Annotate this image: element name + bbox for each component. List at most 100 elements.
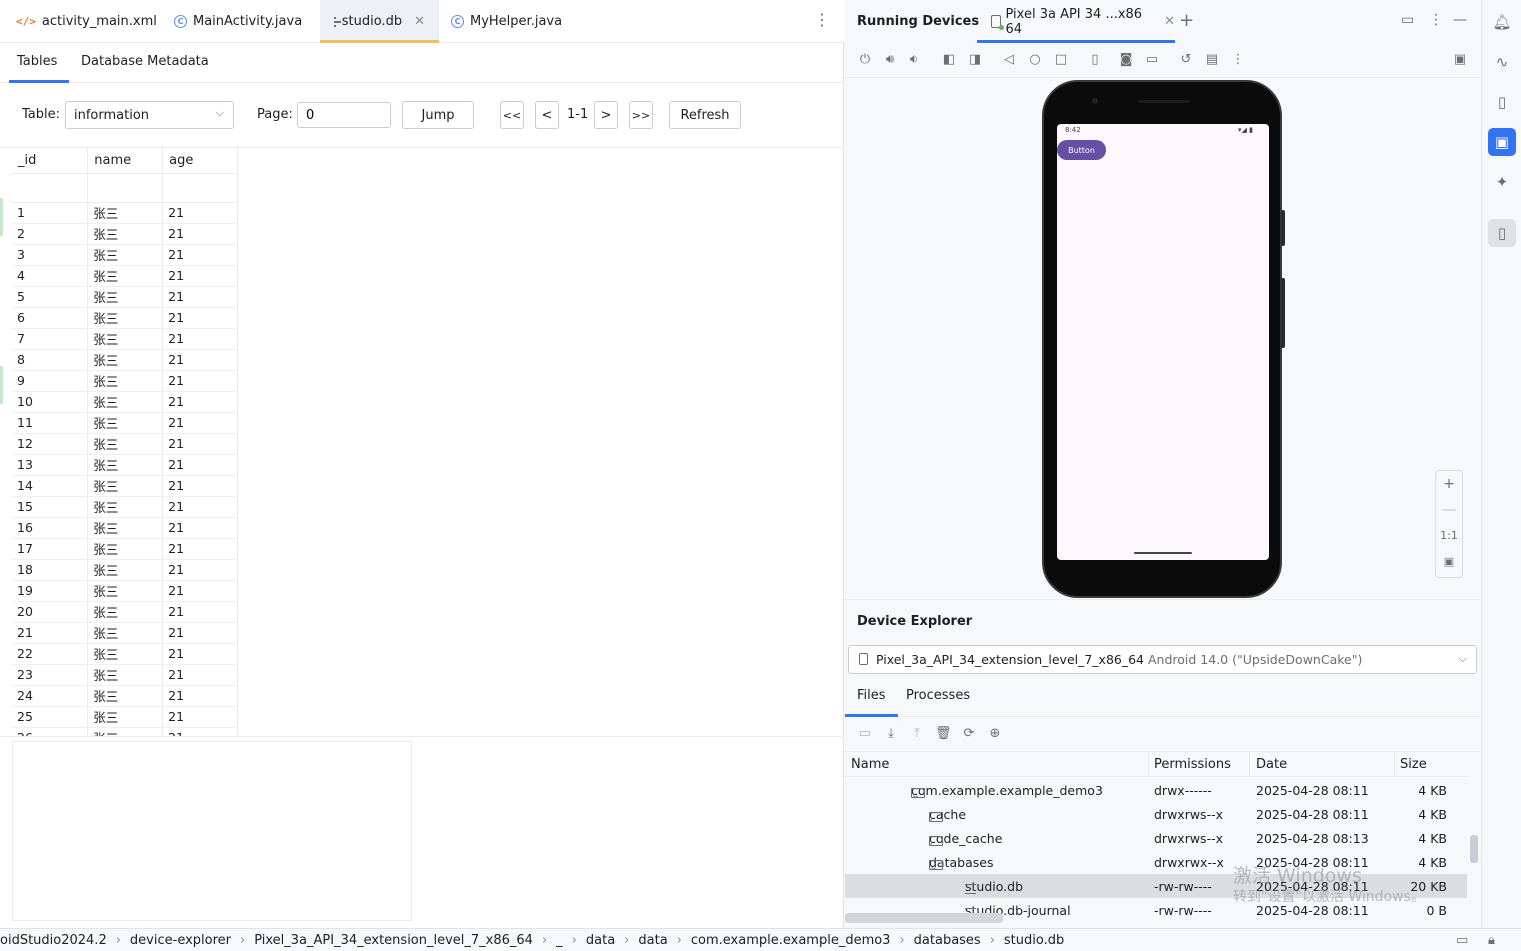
sync-icon[interactable]: ⟳	[961, 726, 977, 742]
cell-age[interactable]: 21	[162, 223, 238, 245]
cell-name[interactable]: 张三	[87, 475, 164, 497]
tab-files[interactable]: Files	[845, 680, 898, 717]
table-row[interactable]: 24 张三 21	[12, 685, 238, 707]
cell-age[interactable]: 21	[162, 496, 238, 518]
filter-cell[interactable]	[87, 173, 164, 203]
table-row[interactable]: 25 张三 21	[12, 706, 238, 728]
cell-name[interactable]: 张三	[87, 517, 164, 539]
cell-name[interactable]: 张三	[87, 307, 164, 329]
cell-id[interactable]: 12	[12, 433, 89, 455]
cell-age[interactable]: 21	[162, 706, 238, 728]
cell-name[interactable]: 张三	[87, 202, 164, 224]
column-header-name[interactable]: name	[87, 148, 164, 174]
filter-cell[interactable]	[12, 173, 89, 203]
more-options-icon[interactable]: ⋮	[1230, 52, 1246, 68]
refresh-button[interactable]: Refresh	[669, 101, 741, 129]
cell-age[interactable]: 21	[162, 664, 238, 686]
breadcrumb-item[interactable]: device-explorer	[130, 933, 231, 948]
column-header-size[interactable]: Size	[1400, 757, 1427, 772]
cell-name[interactable]: 张三	[87, 412, 164, 434]
cell-name[interactable]: 张三	[87, 643, 164, 665]
table-row[interactable]: 14 张三 21	[12, 475, 238, 497]
breadcrumb-item[interactable]: com.example.example_demo3	[691, 933, 891, 948]
zoom-actual-size-button[interactable]: 1:1	[1436, 523, 1462, 549]
cell-age[interactable]: 21	[162, 622, 238, 644]
cell-id[interactable]: 1	[12, 202, 89, 224]
close-icon[interactable]: ✕	[1164, 14, 1175, 29]
cell-age[interactable]: 21	[162, 433, 238, 455]
tab-tables[interactable]: Tables	[5, 44, 70, 83]
table-row[interactable]: 23 张三 21	[12, 664, 238, 686]
cell-id[interactable]: 21	[12, 622, 89, 644]
cell-age[interactable]: 21	[162, 412, 238, 434]
rotate-left-icon[interactable]: ◧	[941, 52, 957, 68]
tab-main-activity-java[interactable]: C MainActivity.java	[160, 0, 316, 43]
file-row[interactable]: ⌄ databases drwxrwx--x 2025-04-28 08:11 4 KB	[845, 850, 1467, 874]
device-tab[interactable]: Pixel 3a API 34 ...x86 64 ✕	[977, 0, 1175, 43]
cell-age[interactable]: 21	[162, 685, 238, 707]
horizontal-scrollbar[interactable]	[845, 913, 1003, 923]
cell-age[interactable]: 21	[162, 202, 238, 224]
table-row[interactable]: 22 张三 21	[12, 643, 238, 665]
table-row[interactable]: 8 张三 21	[12, 349, 238, 371]
cell-id[interactable]: 19	[12, 580, 89, 602]
lock-icon[interactable]: 🔒︎	[1488, 933, 1495, 948]
tab-processes[interactable]: Processes	[894, 680, 982, 717]
table-row[interactable]: 2 张三 21	[12, 223, 238, 245]
cell-name[interactable]: 张三	[87, 286, 164, 308]
cell-name[interactable]: 张三	[87, 496, 164, 518]
table-row[interactable]: 13 张三 21	[12, 454, 238, 476]
volume-down-icon[interactable]: 🔉︎	[906, 52, 922, 68]
first-page-button[interactable]: <<	[500, 101, 524, 129]
file-row[interactable]: › code_cache drwxrws--x 2025-04-28 08:13 4 K…	[845, 826, 1467, 850]
cell-age[interactable]: 21	[162, 349, 238, 371]
table-row[interactable]: 7 张三 21	[12, 328, 238, 350]
overview-icon[interactable]: □	[1053, 52, 1069, 68]
breadcrumb-item[interactable]: data	[586, 933, 615, 948]
tab-activity-main-xml[interactable]: </> activity_main.xml	[2, 0, 171, 43]
device-manager-icon[interactable]: ▯	[1488, 88, 1516, 116]
close-icon[interactable]: ✕	[414, 14, 425, 29]
table-row[interactable]: 17 张三 21	[12, 538, 238, 560]
tab-studio-db[interactable]: studio.db ✕	[320, 0, 439, 43]
cell-name[interactable]: 张三	[87, 391, 164, 413]
cell-id[interactable]: 20	[12, 601, 89, 623]
table-row[interactable]: 18 张三 21	[12, 559, 238, 581]
message-icon[interactable]: ▭	[1456, 933, 1468, 948]
cell-id[interactable]: 6	[12, 307, 89, 329]
minimize-icon[interactable]: —	[1453, 12, 1467, 28]
cell-name[interactable]: 张三	[87, 244, 164, 266]
running-devices-icon[interactable]: ▣	[1488, 128, 1516, 156]
screenshot-icon[interactable]: ◙	[1118, 52, 1134, 68]
cell-id[interactable]: 18	[12, 559, 89, 581]
cell-id[interactable]: 2	[12, 223, 89, 245]
cell-id[interactable]: 7	[12, 328, 89, 350]
cell-name[interactable]: 张三	[87, 370, 164, 392]
cell-id[interactable]: 24	[12, 685, 89, 707]
cell-id[interactable]: 22	[12, 643, 89, 665]
cell-name[interactable]: 张三	[87, 223, 164, 245]
cell-id[interactable]: 9	[12, 370, 89, 392]
cell-id[interactable]: 25	[12, 706, 89, 728]
back-icon[interactable]: ◁	[1001, 52, 1017, 68]
table-row[interactable]: 9 张三 21	[12, 370, 238, 392]
page-input[interactable]	[297, 102, 391, 128]
zoom-fit-icon[interactable]: ▣	[1436, 549, 1462, 575]
breadcrumb-item[interactable]: _	[556, 933, 563, 948]
column-header-age[interactable]: age	[162, 148, 238, 174]
cell-name[interactable]: 张三	[87, 580, 164, 602]
cell-age[interactable]: 21	[162, 307, 238, 329]
breadcrumb-item[interactable]: data	[638, 933, 667, 948]
cell-name[interactable]: 张三	[87, 706, 164, 728]
power-icon[interactable]: ⏻	[857, 52, 873, 68]
cell-age[interactable]: 21	[162, 643, 238, 665]
table-row[interactable]: 12 张三 21	[12, 433, 238, 455]
table-row[interactable]: 10 张三 21	[12, 391, 238, 413]
cell-age[interactable]: 21	[162, 286, 238, 308]
table-select[interactable]: information ⌵	[65, 101, 234, 129]
gradle-icon[interactable]: ∿	[1488, 48, 1516, 76]
cell-id[interactable]: 14	[12, 475, 89, 497]
cell-id[interactable]: 3	[12, 244, 89, 266]
table-row[interactable]: 5 张三 21	[12, 286, 238, 308]
cell-name[interactable]: 张三	[87, 664, 164, 686]
